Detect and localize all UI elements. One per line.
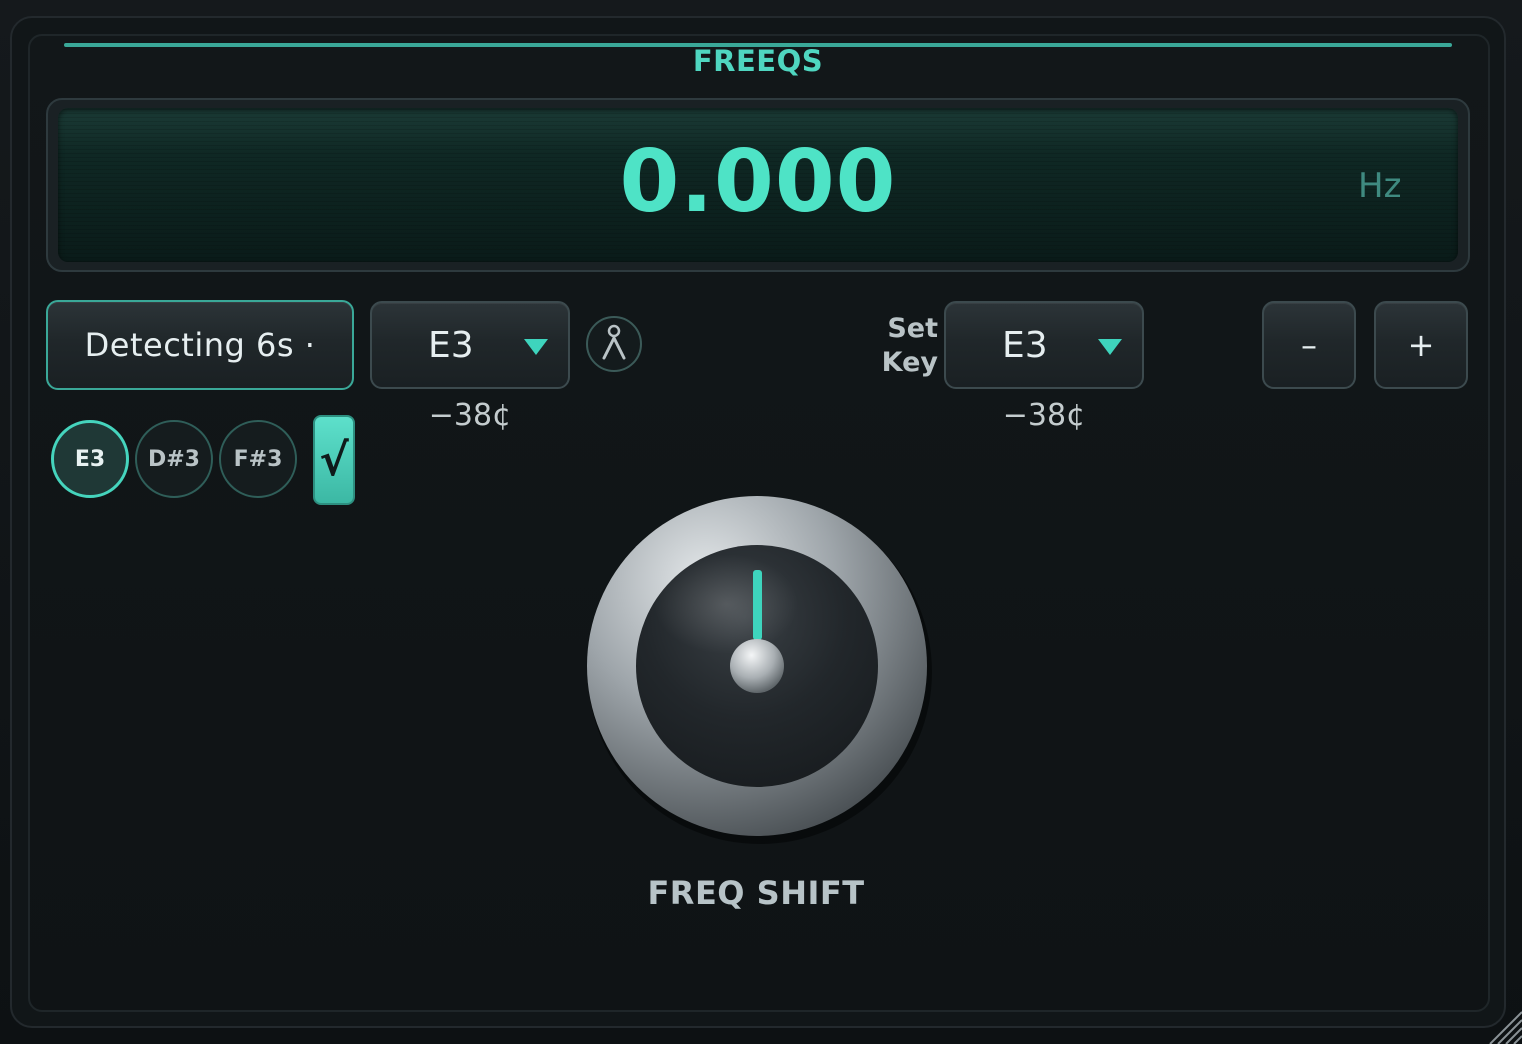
set-key-cents: −38¢ [1002, 398, 1086, 433]
decrement-button-label: – [1301, 326, 1317, 364]
person-button[interactable] [586, 316, 642, 372]
set-key-label-line1: Set [887, 313, 938, 344]
detected-note-dropdown[interactable]: E3 [370, 301, 570, 389]
set-key-label: Set Key [872, 312, 938, 380]
resize-grip-icon[interactable] [1482, 1004, 1522, 1044]
knob-gloss [654, 554, 798, 654]
detected-note-value: E3 [428, 324, 474, 366]
set-key-dropdown[interactable]: E3 [944, 301, 1144, 389]
person-icon [602, 324, 626, 360]
frequency-value: 0.000 [619, 132, 897, 232]
plugin-window: FREEQS 0.000 Hz Detecting 6s · E3 −38¢ S… [0, 0, 1522, 1044]
detect-button-label: Detecting 6s · [84, 326, 316, 364]
note-candidate-d-sharp-3[interactable]: D#3 [135, 420, 213, 498]
detected-note-cents: −38¢ [428, 398, 512, 433]
freq-shift-label: FREQ SHIFT [647, 874, 865, 912]
app-title: FREEQS [692, 44, 824, 78]
knob-cap [730, 639, 784, 693]
checkmark-icon: √ [319, 434, 349, 486]
note-candidate-label: E3 [74, 446, 106, 472]
caret-down-icon [524, 339, 548, 355]
note-candidate-label: D#3 [147, 446, 200, 472]
note-candidate-e3[interactable]: E3 [51, 420, 129, 498]
caret-down-icon [1098, 339, 1122, 355]
freq-shift-knob[interactable] [580, 490, 936, 846]
confirm-toggle[interactable]: √ [313, 415, 355, 505]
frequency-unit: Hz [1358, 166, 1402, 206]
increment-button[interactable]: + [1374, 301, 1468, 389]
increment-button-label: + [1407, 326, 1435, 364]
knob-indicator [753, 570, 762, 640]
decrement-button[interactable]: – [1262, 301, 1356, 389]
set-key-value: E3 [1002, 324, 1048, 366]
note-candidate-f-sharp-3[interactable]: F#3 [219, 420, 297, 498]
detect-button[interactable]: Detecting 6s · [46, 300, 354, 390]
note-candidate-label: F#3 [233, 446, 283, 472]
set-key-label-line2: Key [881, 347, 938, 378]
